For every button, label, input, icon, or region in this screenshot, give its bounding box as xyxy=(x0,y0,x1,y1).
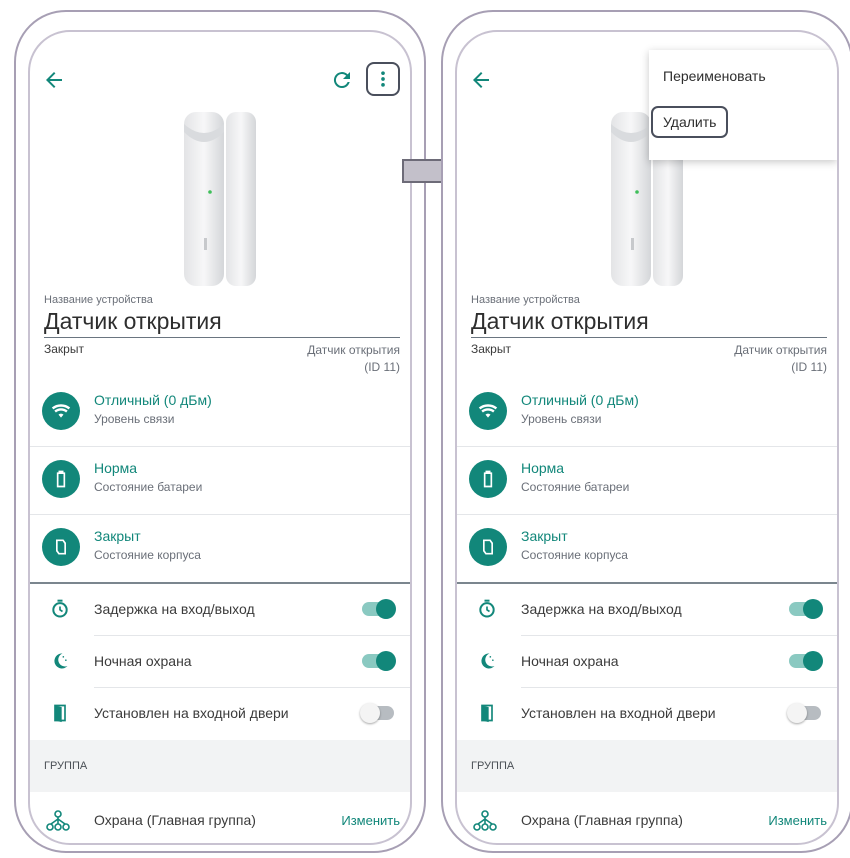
group-header-label: ГРУППА xyxy=(44,760,88,772)
status-battery: Норма Состояние батареи xyxy=(457,446,837,514)
group-name: Охрана (Главная группа) xyxy=(521,812,683,828)
toggle-label: Установлен на входной двери xyxy=(521,705,716,721)
switch-entry-delay[interactable] xyxy=(362,599,396,619)
group-row: Охрана (Главная группа) Изменить xyxy=(30,792,410,843)
device-type-name: Датчик открытия xyxy=(734,343,827,357)
case-icon xyxy=(483,539,493,555)
toggle-entry-delay[interactable]: Задержка на вход/выход xyxy=(457,584,837,636)
more-vertical-icon xyxy=(381,71,385,87)
device-name-field[interactable]: Датчик открытия xyxy=(44,308,222,335)
status-signal: Отличный (0 дБм) Уровень связи xyxy=(457,378,837,446)
switch-night-mode[interactable] xyxy=(362,651,396,671)
case-caption: Состояние корпуса xyxy=(521,548,628,562)
more-options-button[interactable] xyxy=(366,62,400,96)
group-section-header: ГРУППА xyxy=(30,740,410,792)
change-group-button[interactable]: Изменить xyxy=(768,813,827,828)
case-value: Закрыт xyxy=(521,528,568,544)
device-name-underline xyxy=(44,337,400,338)
group-header-label: ГРУППА xyxy=(471,760,515,772)
menu-item-delete[interactable]: Удалить xyxy=(649,102,837,142)
phone-frame-right: Название устройства Датчик открытия Закр… xyxy=(441,10,850,853)
menu-item-rename[interactable]: Переименовать xyxy=(649,56,837,96)
phone-screen-right: Название устройства Датчик открытия Закр… xyxy=(455,30,839,845)
wifi-icon xyxy=(478,404,498,418)
signal-value: Отличный (0 дБм) xyxy=(94,392,212,408)
case-value: Закрыт xyxy=(94,528,141,544)
battery-icon xyxy=(56,470,66,488)
moon-icon xyxy=(54,653,68,669)
moon-icon xyxy=(481,653,495,669)
phone-screen-left: Название устройства Датчик открытия Закр… xyxy=(28,30,412,845)
status-case: Закрыт Состояние корпуса xyxy=(457,514,837,582)
toggle-label: Задержка на вход/выход xyxy=(521,601,682,617)
toggle-front-door[interactable]: Установлен на входной двери xyxy=(30,688,410,740)
refresh-icon xyxy=(333,72,350,89)
menu-item-label: Удалить xyxy=(651,106,729,138)
toggle-entry-delay[interactable]: Задержка на вход/выход xyxy=(30,584,410,636)
toggle-label: Ночная охрана xyxy=(94,653,192,669)
toggle-night-mode[interactable]: Ночная охрана xyxy=(457,636,837,688)
arrow-left-icon xyxy=(46,72,62,88)
signal-value: Отличный (0 дБм) xyxy=(521,392,639,408)
timer-icon xyxy=(479,599,495,618)
device-type: Датчик открытия (ID 11) xyxy=(734,342,827,376)
device-name-field[interactable]: Датчик открытия xyxy=(471,308,649,335)
switch-front-door[interactable] xyxy=(360,703,394,723)
device-image xyxy=(184,112,256,286)
phone-frame-left: Название устройства Датчик открытия Закр… xyxy=(14,10,426,853)
door-icon xyxy=(54,704,66,723)
switch-entry-delay[interactable] xyxy=(789,599,823,619)
wifi-icon xyxy=(51,404,71,418)
device-state: Закрыт xyxy=(44,342,84,356)
device-id: (ID 11) xyxy=(791,360,827,374)
case-icon xyxy=(56,539,66,555)
toggle-night-mode[interactable]: Ночная охрана xyxy=(30,636,410,688)
battery-caption: Состояние батареи xyxy=(94,480,203,494)
back-button[interactable] xyxy=(42,68,68,92)
device-name-label: Название устройства xyxy=(44,294,153,306)
battery-value: Норма xyxy=(521,460,565,476)
battery-icon xyxy=(483,470,493,488)
toggle-front-door[interactable]: Установлен на входной двери xyxy=(457,688,837,740)
battery-caption: Состояние батареи xyxy=(521,480,630,494)
group-section-header: ГРУППА xyxy=(457,740,837,792)
top-app-bar xyxy=(30,32,410,112)
signal-caption: Уровень связи xyxy=(521,412,602,426)
case-caption: Состояние корпуса xyxy=(94,548,201,562)
timer-icon xyxy=(52,599,68,618)
device-name-label: Название устройства xyxy=(471,294,580,306)
status-case: Закрыт Состояние корпуса xyxy=(30,514,410,582)
switch-front-door[interactable] xyxy=(787,703,821,723)
menu-item-label: Переименовать xyxy=(663,68,766,84)
back-button[interactable] xyxy=(469,68,495,92)
status-signal: Отличный (0 дБм) Уровень связи xyxy=(30,378,410,446)
device-type-name: Датчик открытия xyxy=(307,343,400,357)
toggle-label: Ночная охрана xyxy=(521,653,619,669)
toggle-label: Задержка на вход/выход xyxy=(94,601,255,617)
refresh-button[interactable] xyxy=(330,68,354,92)
door-icon xyxy=(481,704,493,723)
battery-value: Норма xyxy=(94,460,138,476)
group-icon xyxy=(473,810,497,831)
switch-night-mode[interactable] xyxy=(789,651,823,671)
signal-caption: Уровень связи xyxy=(94,412,175,426)
device-type: Датчик открытия (ID 11) xyxy=(307,342,400,376)
status-battery: Норма Состояние батареи xyxy=(30,446,410,514)
group-icon xyxy=(46,810,70,831)
group-name: Охрана (Главная группа) xyxy=(94,812,256,828)
device-name-underline xyxy=(471,337,827,338)
overflow-menu: Переименовать Удалить xyxy=(649,50,837,160)
device-state: Закрыт xyxy=(471,342,511,356)
device-id: (ID 11) xyxy=(364,360,400,374)
change-group-button[interactable]: Изменить xyxy=(341,813,400,828)
toggle-label: Установлен на входной двери xyxy=(94,705,289,721)
arrow-left-icon xyxy=(473,72,489,88)
group-row: Охрана (Главная группа) Изменить xyxy=(457,792,837,843)
